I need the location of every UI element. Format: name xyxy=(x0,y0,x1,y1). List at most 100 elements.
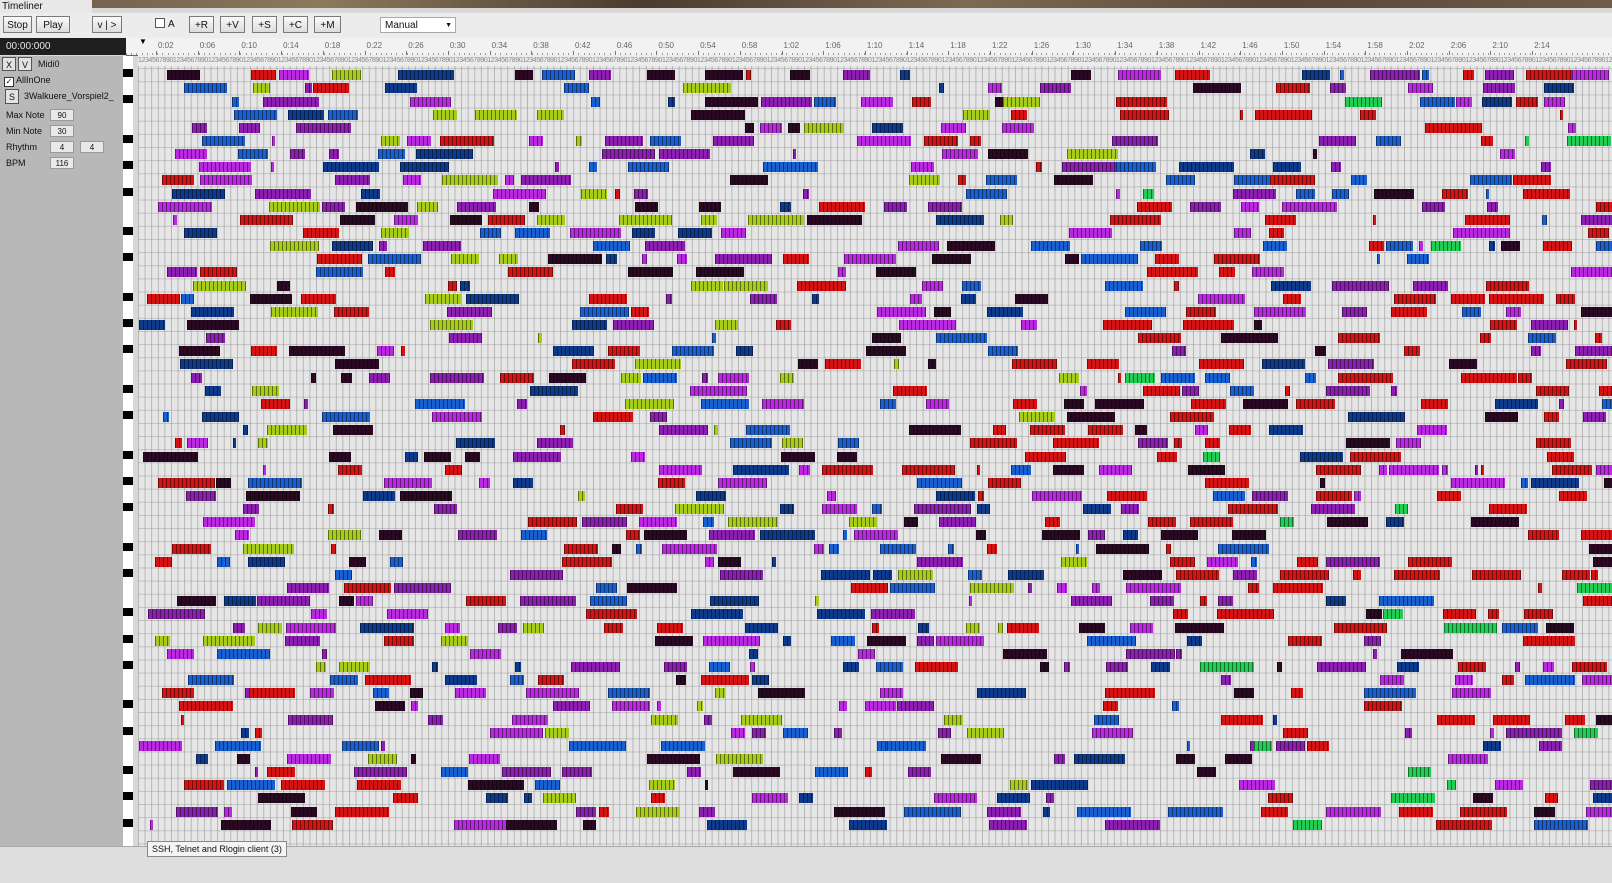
midi-note[interactable] xyxy=(1241,202,1259,212)
midi-note[interactable] xyxy=(908,767,931,777)
midi-note[interactable] xyxy=(730,175,768,185)
midi-note[interactable] xyxy=(1364,636,1381,646)
midi-note[interactable] xyxy=(900,70,910,80)
rhythm-denominator-input[interactable]: 4 xyxy=(80,141,104,153)
midi-note[interactable] xyxy=(1116,189,1120,199)
midi-note[interactable] xyxy=(724,281,768,291)
midi-note[interactable] xyxy=(657,701,661,711)
midi-note[interactable] xyxy=(928,202,962,212)
midi-note[interactable] xyxy=(1462,307,1481,317)
midi-note[interactable] xyxy=(287,583,329,593)
midi-note[interactable] xyxy=(150,820,153,830)
midi-note[interactable] xyxy=(843,70,870,80)
midi-note[interactable] xyxy=(586,609,637,619)
note-grid[interactable]: 1234567890123456789012345678901234567890… xyxy=(138,55,1612,846)
midi-note[interactable] xyxy=(804,123,844,133)
midi-note[interactable] xyxy=(1248,583,1259,593)
midi-note[interactable] xyxy=(521,175,571,185)
checkbox-checked-icon[interactable]: ✓ xyxy=(4,77,14,87)
midi-note[interactable] xyxy=(287,754,331,764)
midi-note[interactable] xyxy=(177,596,216,606)
midi-note[interactable] xyxy=(590,596,627,606)
midi-note[interactable] xyxy=(702,373,708,383)
midi-note[interactable] xyxy=(815,767,848,777)
midi-note[interactable] xyxy=(591,97,600,107)
midi-note[interactable] xyxy=(1443,609,1476,619)
midi-note[interactable] xyxy=(1011,465,1031,475)
midi-note[interactable] xyxy=(976,530,986,540)
midi-note[interactable] xyxy=(1421,399,1448,409)
midi-note[interactable] xyxy=(1524,609,1553,619)
midi-note[interactable] xyxy=(839,701,847,711)
midi-note[interactable] xyxy=(1232,530,1266,540)
midi-note[interactable] xyxy=(1263,241,1287,251)
midi-note[interactable] xyxy=(1234,688,1254,698)
remove-track-button[interactable]: X xyxy=(2,57,16,71)
midi-note[interactable] xyxy=(939,83,944,93)
midi-note[interactable] xyxy=(1586,807,1612,817)
midi-note[interactable] xyxy=(1330,83,1346,93)
midi-note[interactable] xyxy=(904,807,961,817)
midi-note[interactable] xyxy=(1269,228,1284,238)
midi-note[interactable] xyxy=(139,320,165,330)
midi-note[interactable] xyxy=(339,596,354,606)
midi-note[interactable] xyxy=(1045,517,1060,527)
midi-note[interactable] xyxy=(918,623,929,633)
midi-note[interactable] xyxy=(1053,438,1099,448)
midi-note[interactable] xyxy=(1489,504,1527,514)
midi-note[interactable] xyxy=(1543,241,1572,251)
midi-note[interactable] xyxy=(1523,636,1575,646)
midi-note[interactable] xyxy=(977,465,980,475)
midi-note[interactable] xyxy=(450,215,482,225)
midi-note[interactable] xyxy=(655,636,693,646)
midi-note[interactable] xyxy=(968,570,982,580)
midi-note[interactable] xyxy=(1516,97,1538,107)
midi-note[interactable] xyxy=(488,215,525,225)
midi-note[interactable] xyxy=(335,570,352,580)
midi-note[interactable] xyxy=(238,149,268,159)
midi-note[interactable] xyxy=(1334,623,1387,633)
midi-note[interactable] xyxy=(807,215,862,225)
midi-note[interactable] xyxy=(635,359,681,369)
midi-note[interactable] xyxy=(1373,649,1377,659)
midi-note[interactable] xyxy=(1315,346,1326,356)
midi-note[interactable] xyxy=(1455,675,1473,685)
midi-note[interactable] xyxy=(1010,780,1028,790)
midi-note[interactable] xyxy=(867,636,906,646)
midi-note[interactable] xyxy=(1599,386,1612,396)
midi-note[interactable] xyxy=(1012,359,1057,369)
midi-note[interactable] xyxy=(1116,162,1156,172)
midi-note[interactable] xyxy=(1300,452,1343,462)
midi-note[interactable] xyxy=(381,228,409,238)
midi-note[interactable] xyxy=(1342,307,1367,317)
midi-note[interactable] xyxy=(1531,478,1579,488)
midi-note[interactable] xyxy=(713,136,754,146)
midi-note[interactable] xyxy=(683,83,731,93)
midi-note[interactable] xyxy=(1079,623,1105,633)
midi-note[interactable] xyxy=(1589,544,1612,554)
midi-note[interactable] xyxy=(1230,386,1254,396)
midi-note[interactable] xyxy=(1074,754,1125,764)
midi-note[interactable] xyxy=(1559,399,1564,409)
midi-note[interactable] xyxy=(1408,557,1452,567)
midi-note[interactable] xyxy=(1110,215,1161,225)
midi-note[interactable] xyxy=(243,504,259,514)
midi-note[interactable] xyxy=(1571,267,1612,277)
midi-note[interactable] xyxy=(838,267,846,277)
midi-note[interactable] xyxy=(445,623,460,633)
midi-note[interactable] xyxy=(357,780,401,790)
midi-note[interactable] xyxy=(936,491,975,501)
midi-note[interactable] xyxy=(659,149,710,159)
midi-note[interactable] xyxy=(180,359,233,369)
midi-note[interactable] xyxy=(1143,386,1180,396)
midi-note[interactable] xyxy=(1320,478,1325,488)
midi-note[interactable] xyxy=(650,412,667,422)
midi-note[interactable] xyxy=(498,623,517,633)
midi-note[interactable] xyxy=(385,267,395,277)
add-r-button[interactable]: +R xyxy=(189,16,214,33)
midi-note[interactable] xyxy=(1121,504,1139,514)
midi-note[interactable] xyxy=(460,281,470,291)
midi-note[interactable] xyxy=(1502,623,1538,633)
midi-note[interactable] xyxy=(253,83,270,93)
midi-note[interactable] xyxy=(1348,412,1405,422)
